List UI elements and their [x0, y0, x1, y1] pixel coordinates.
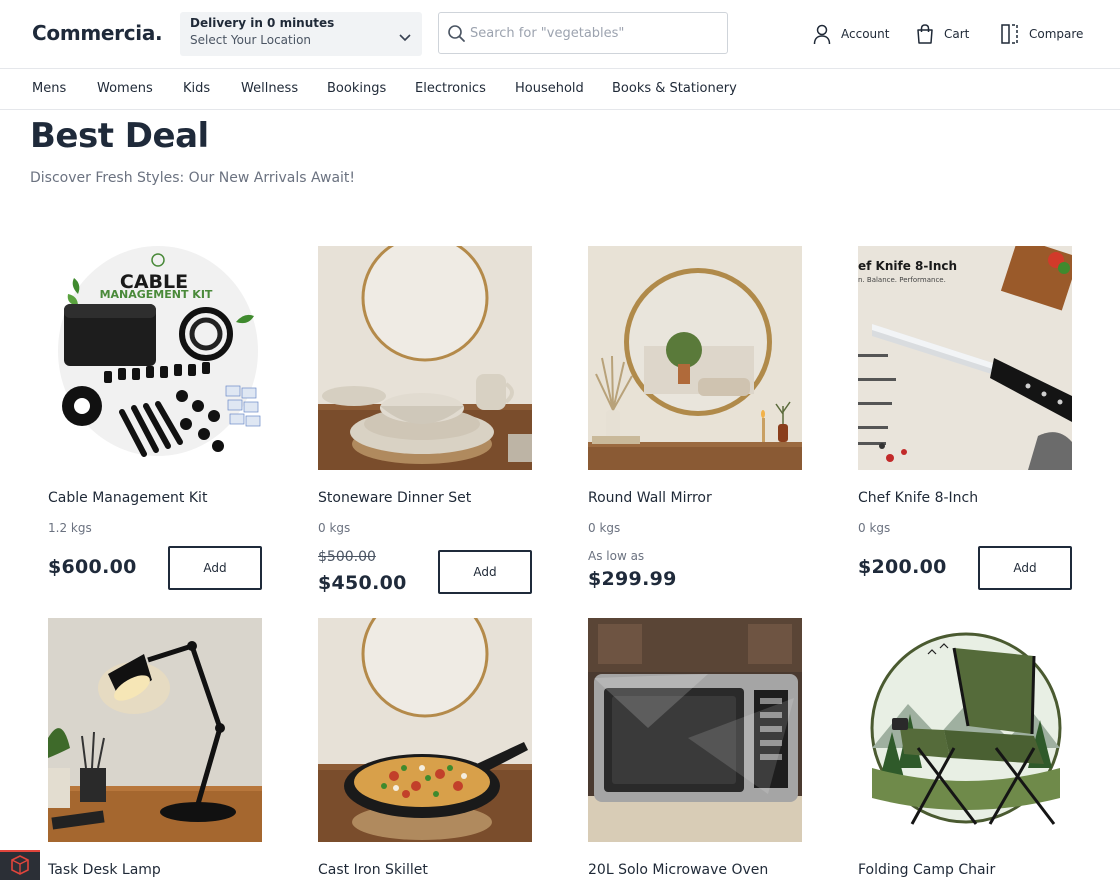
image-subtitle-text: n. Balance. Performance. — [858, 276, 946, 284]
site-logo[interactable]: Commercia. — [32, 21, 163, 45]
cart-label: Cart — [944, 27, 970, 41]
product-weight: 0 kgs — [858, 521, 891, 535]
image-title-text: ef Knife 8-Inch — [858, 259, 957, 273]
category-link-kids[interactable]: Kids — [183, 81, 210, 96]
search-input[interactable] — [470, 21, 720, 45]
product-card: Round Wall Mirror 0 kgs As low as $299.9… — [588, 246, 802, 596]
category-link-bookings[interactable]: Bookings — [327, 81, 386, 96]
product-price: $299.99 — [588, 568, 677, 590]
product-image[interactable] — [588, 618, 802, 842]
product-image[interactable]: ef Knife 8-Inch n. Balance. Performance. — [858, 246, 1072, 470]
product-weight: 0 kgs — [588, 521, 621, 535]
product-image[interactable] — [588, 246, 802, 470]
product-name[interactable]: Chef Knife 8-Inch — [858, 490, 978, 506]
chevron-down-icon — [399, 34, 411, 42]
user-icon — [813, 24, 831, 45]
product-image[interactable] — [318, 618, 532, 842]
product-original-price: $500.00 — [318, 549, 376, 565]
account-label: Account — [841, 27, 890, 41]
cart-link[interactable]: Cart — [915, 22, 969, 46]
compare-link[interactable]: Compare — [1000, 22, 1083, 46]
category-link-mens[interactable]: Mens — [32, 81, 66, 96]
product-name[interactable]: Task Desk Lamp — [48, 862, 161, 878]
product-card: Task Desk Lamp — [48, 618, 262, 880]
price-prefix: As low as — [588, 549, 645, 563]
product-image[interactable] — [48, 618, 262, 842]
product-name[interactable]: Cast Iron Skillet — [318, 862, 428, 878]
product-weight: 1.2 kgs — [48, 521, 92, 535]
compare-icon — [1001, 24, 1018, 44]
category-link-electronics[interactable]: Electronics — [415, 81, 486, 96]
product-name[interactable]: 20L Solo Microwave Oven — [588, 862, 768, 878]
product-price: $200.00 — [858, 556, 947, 578]
category-link-household[interactable]: Household — [515, 81, 584, 96]
debug-toolbar-badge[interactable] — [0, 850, 40, 880]
product-card: CABLE MANAGEMENT KIT Cable Management Ki… — [48, 246, 262, 596]
section-subtitle: Discover Fresh Styles: Our New Arrivals … — [30, 170, 356, 186]
product-name[interactable]: Cable Management Kit — [48, 490, 207, 506]
product-card: Folding Camp Chair — [858, 618, 1072, 880]
product-card: Stoneware Dinner Set 0 kgs $500.00 $450.… — [318, 246, 532, 596]
category-link-wellness[interactable]: Wellness — [241, 81, 298, 96]
category-nav: Mens Womens Kids Wellness Bookings Elect… — [0, 69, 1120, 110]
search-icon — [448, 25, 465, 42]
category-link-womens[interactable]: Womens — [97, 81, 153, 96]
delivery-title: Delivery in 0 minutes — [190, 16, 335, 30]
product-card: 20L Solo Microwave Oven — [588, 618, 802, 880]
product-name[interactable]: Folding Camp Chair — [858, 862, 995, 878]
search-box — [438, 12, 728, 54]
product-image[interactable] — [318, 246, 532, 470]
shopping-bag-icon — [917, 24, 933, 44]
product-price: $450.00 — [318, 572, 407, 594]
cube-icon — [11, 855, 29, 875]
product-card: ef Knife 8-Inch n. Balance. Performance.… — [858, 246, 1072, 596]
compare-label: Compare — [1029, 27, 1084, 41]
category-link-books-stationery[interactable]: Books & Stationery — [612, 81, 737, 96]
product-price: $600.00 — [48, 556, 137, 578]
delivery-location: Select Your Location — [190, 33, 312, 47]
add-to-cart-button[interactable]: Add — [168, 546, 262, 590]
product-name[interactable]: Round Wall Mirror — [588, 490, 712, 506]
add-to-cart-button[interactable]: Add — [978, 546, 1072, 590]
delivery-location-selector[interactable]: Delivery in 0 minutes Select Your Locati… — [180, 12, 422, 56]
site-header: Commercia. Delivery in 0 minutes Select … — [0, 0, 1120, 69]
product-image[interactable]: CABLE MANAGEMENT KIT — [48, 246, 262, 470]
account-link[interactable]: Account — [812, 22, 889, 46]
section-title: Best Deal — [30, 116, 209, 156]
add-to-cart-button[interactable]: Add — [438, 550, 532, 594]
product-image[interactable] — [858, 618, 1072, 842]
product-name[interactable]: Stoneware Dinner Set — [318, 490, 471, 506]
image-subtitle-text: MANAGEMENT KIT — [100, 288, 213, 301]
product-card: Cast Iron Skillet — [318, 618, 532, 880]
product-weight: 0 kgs — [318, 521, 351, 535]
